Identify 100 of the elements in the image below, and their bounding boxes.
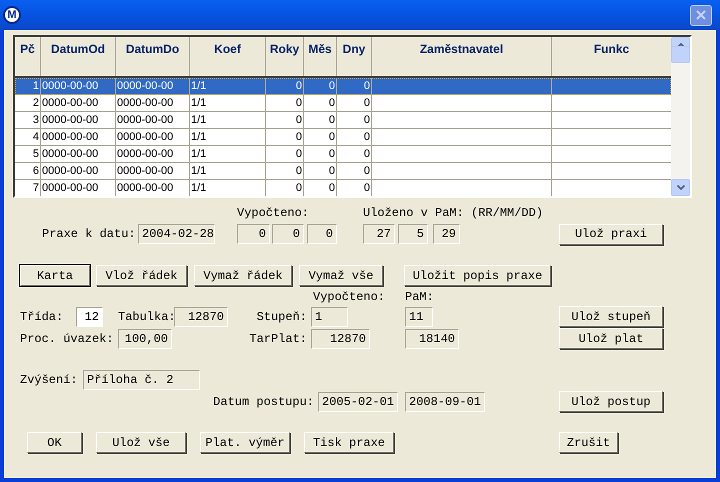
table-cell: 0000-00-00 [117, 165, 174, 177]
save-grade-button[interactable]: Ulož stupeň [559, 306, 663, 327]
text-field[interactable]: Příloha č. 2 [83, 370, 200, 390]
date-field[interactable]: 2005-02-01 [318, 392, 398, 412]
text-field[interactable]: 12 [76, 306, 103, 326]
table-cell: 0000-00-00 [42, 148, 98, 160]
close-icon [696, 10, 706, 20]
field-label: Tabulka: [118, 308, 174, 326]
table-cell: 0 [296, 80, 302, 92]
app-logo: M [3, 6, 21, 24]
scrollbar[interactable] [671, 37, 690, 196]
table-cell: 0000-00-00 [42, 165, 98, 177]
field-label: Proc. úvazek: [20, 330, 115, 348]
table-cell: 1/1 [191, 97, 206, 109]
table-cell: 0 [328, 148, 335, 160]
table-cell: 0 [328, 97, 335, 109]
column-header[interactable]: Dny [337, 37, 372, 76]
column-header[interactable]: DatumOd [41, 37, 116, 76]
table-cell: 1/1 [191, 80, 206, 92]
text-field[interactable]: 0 [272, 224, 304, 244]
save-salary-button[interactable]: Ulož plat [559, 328, 663, 349]
table-row[interactable]: 6 0000-00-00 0000-00-00 1/1 0 0 0 [15, 163, 671, 180]
table-cell: 0000-00-00 [42, 182, 98, 194]
table-cell: 0000-00-00 [42, 131, 98, 143]
table-cell: 0 [296, 131, 302, 143]
text-field[interactable]: 0 [237, 224, 270, 244]
table-cell: 0 [328, 182, 335, 194]
field-label: Uloženo v PaM: (RR/MM/DD) [363, 205, 544, 222]
field-label: Vypočteno: [237, 205, 310, 222]
table-cell: 0000-00-00 [117, 114, 174, 126]
scroll-down-button[interactable] [671, 179, 690, 196]
text-field[interactable]: 29 [433, 224, 460, 244]
field-label: Praxe k datu: [42, 226, 137, 243]
date-field[interactable]: 2004-02-28 [138, 224, 215, 244]
text-field[interactable]: 18140 [405, 328, 459, 348]
table-cell: 0 [328, 165, 335, 177]
column-header[interactable]: DatumDo [116, 37, 190, 76]
action-button[interactable]: Vlož řádek [96, 265, 187, 286]
table-cell: 0000-00-00 [42, 80, 98, 92]
table-row[interactable]: 5 0000-00-00 0000-00-00 1/1 0 0 0 [15, 146, 671, 163]
table-cell: 1/1 [191, 131, 206, 143]
table-cell: 0 [296, 148, 302, 160]
text-field[interactable]: 12870 [311, 328, 370, 348]
action-button[interactable]: Vymaž vše [299, 265, 383, 286]
save-advance-button[interactable]: Ulož postup [559, 391, 663, 412]
dialog-button[interactable]: Tisk praxe [304, 432, 394, 453]
text-field[interactable]: 11 [405, 306, 433, 326]
text-field[interactable]: 0 [307, 224, 337, 244]
table-cell: 0000-00-00 [42, 114, 98, 126]
table-cell: 0000-00-00 [117, 80, 174, 92]
dialog-button[interactable]: Plat. výměr [200, 432, 290, 453]
scroll-thumb[interactable] [671, 46, 690, 63]
table-row[interactable]: 4 0000-00-00 0000-00-00 1/1 0 0 0 [15, 129, 671, 146]
table-cell: 0 [328, 131, 335, 143]
action-button[interactable]: Karta [20, 265, 90, 286]
table-cell: 0 [364, 148, 370, 160]
table-row[interactable]: 1 0000-00-00 0000-00-00 1/1 0 0 0 [15, 78, 671, 95]
table-cell: 2 [32, 97, 39, 109]
date-field[interactable]: 2008-09-01 [405, 392, 485, 412]
table-cell: 0000-00-00 [42, 97, 98, 109]
text-field[interactable]: 5 [398, 224, 428, 244]
text-field[interactable]: 27 [363, 224, 395, 244]
action-button[interactable]: Uložit popis praxe [404, 265, 551, 286]
chevron-down-icon [676, 185, 684, 190]
table-cell: 0 [364, 131, 370, 143]
column-header[interactable]: Zaměstnavatel [372, 37, 552, 76]
table-cell: 0 [296, 182, 302, 194]
table-cell: 0 [364, 114, 370, 126]
table-cell: 0 [296, 114, 302, 126]
column-header[interactable]: Měs [304, 37, 337, 76]
table-cell: 0000-00-00 [117, 148, 174, 160]
field-label: Zvýšení: [20, 372, 79, 389]
text-field[interactable]: 100,00 [118, 328, 172, 348]
dialog-button[interactable]: Ulož vše [96, 432, 186, 453]
save-practice-button[interactable]: Ulož praxi [559, 224, 663, 244]
column-header[interactable]: Pč [15, 37, 41, 76]
field-label: Vypočteno: [313, 289, 386, 306]
chevron-up-icon [676, 43, 684, 48]
cancel-button[interactable]: Zrušit [559, 432, 618, 453]
table-cell: 1/1 [191, 165, 206, 177]
column-header[interactable]: Roky [266, 37, 304, 76]
table-cell: 0000-00-00 [117, 131, 174, 143]
dialog-button[interactable]: OK [27, 432, 82, 453]
table-cell: 6 [32, 165, 39, 177]
table-cell: 0 [328, 80, 335, 92]
table-row[interactable]: 2 0000-00-00 0000-00-00 1/1 0 0 0 [15, 95, 671, 112]
table-cell: 3 [32, 114, 39, 126]
table-row[interactable]: 3 0000-00-00 0000-00-00 1/1 0 0 0 [15, 112, 671, 129]
table-cell: 0 [328, 114, 335, 126]
table-cell: 0 [296, 97, 302, 109]
text-field[interactable]: 12870 [174, 306, 228, 326]
field-label: TarPlat: [248, 330, 307, 348]
table-cell: 0 [364, 97, 370, 109]
table-cell: 0000-00-00 [117, 182, 174, 194]
field-label: Stupeň: [256, 308, 307, 326]
action-button[interactable]: Vymaž řádek [194, 265, 292, 286]
column-header[interactable]: Koef [190, 37, 266, 76]
text-field[interactable]: 1 [311, 306, 348, 326]
table-cell: 0 [296, 165, 302, 177]
close-button[interactable] [690, 4, 712, 26]
